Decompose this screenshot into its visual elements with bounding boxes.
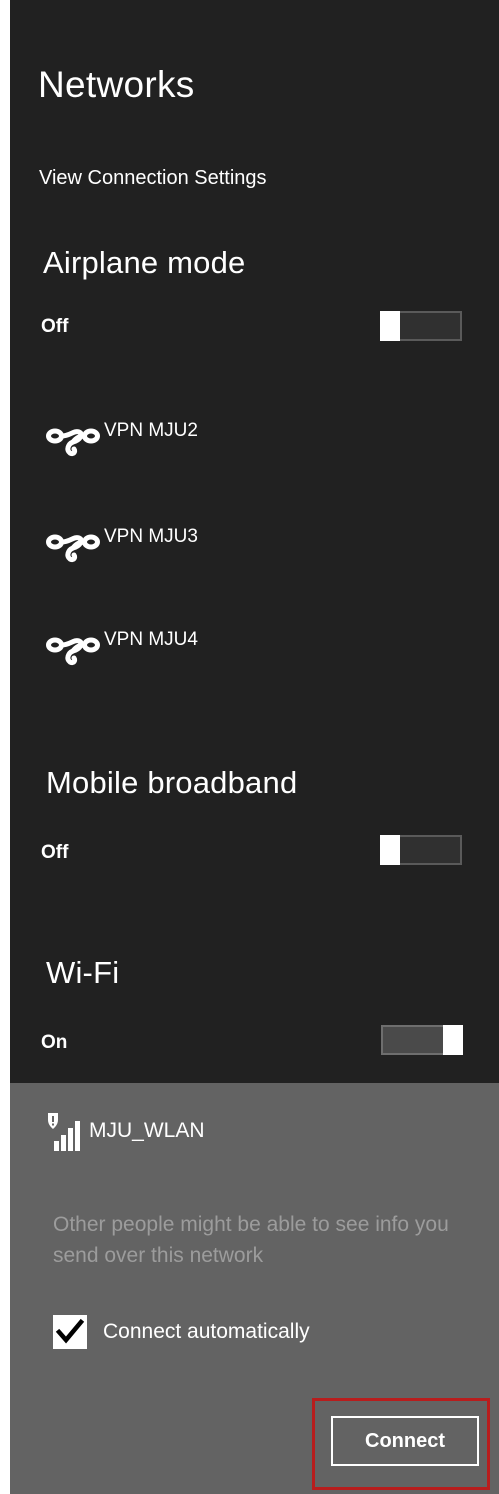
toggle-track <box>398 835 462 865</box>
vpn-item-mju2[interactable]: VPN MJU2 <box>38 414 458 458</box>
network-ssid: MJU_WLAN <box>89 1119 205 1142</box>
wifi-toggle[interactable] <box>381 1025 463 1055</box>
airplane-mode-header: Airplane mode <box>43 245 246 280</box>
mobile-broadband-state: Off <box>41 842 69 863</box>
selected-network-panel: MJU_WLAN Other people might be able to s… <box>10 1083 499 1494</box>
vpn-item-mju3[interactable]: VPN MJU3 <box>38 520 458 564</box>
wifi-signal-unsecured-icon[interactable] <box>44 1111 88 1155</box>
toggle-track <box>398 311 462 341</box>
view-connection-settings-link[interactable]: View Connection Settings <box>39 167 267 190</box>
page-title: Networks <box>38 64 195 105</box>
toggle-thumb <box>443 1025 463 1055</box>
checkmark-icon <box>55 1318 85 1344</box>
toggle-thumb <box>380 835 400 865</box>
mobile-broadband-header: Mobile broadband <box>46 765 298 800</box>
airplane-mode-state: Off <box>41 316 69 337</box>
vpn-label: VPN MJU2 <box>104 420 198 441</box>
vpn-item-mju4[interactable]: VPN MJU4 <box>38 623 458 667</box>
vpn-label: VPN MJU4 <box>104 629 198 650</box>
airplane-mode-toggle[interactable] <box>380 311 462 341</box>
toggle-track <box>381 1025 445 1055</box>
network-security-warning: Other people might be able to see info y… <box>53 1213 449 1267</box>
connect-button[interactable]: Connect <box>331 1416 479 1466</box>
networks-pane: Networks View Connection Settings Airpla… <box>10 0 499 1494</box>
vpn-icon <box>46 534 100 563</box>
connect-automatically-label[interactable]: Connect automatically <box>103 1320 310 1344</box>
wifi-header: Wi-Fi <box>46 955 120 990</box>
wifi-state: On <box>41 1032 68 1053</box>
vpn-label: VPN MJU3 <box>104 526 198 547</box>
vpn-icon <box>46 637 100 666</box>
mobile-broadband-toggle[interactable] <box>380 835 462 865</box>
toggle-thumb <box>380 311 400 341</box>
vpn-icon <box>46 428 100 457</box>
connect-automatically-checkbox[interactable] <box>53 1315 87 1349</box>
